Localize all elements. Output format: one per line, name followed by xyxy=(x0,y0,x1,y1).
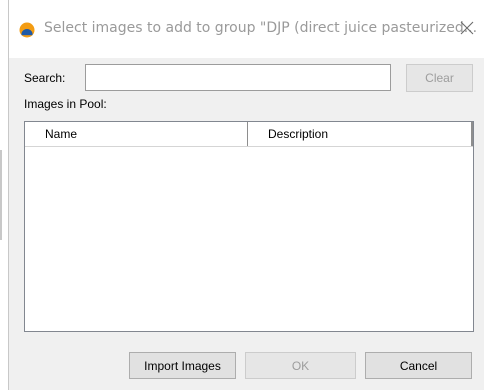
close-icon xyxy=(460,21,474,35)
column-header-description[interactable]: Description xyxy=(248,122,473,146)
table-body xyxy=(25,147,473,331)
background-window-edge xyxy=(0,150,2,240)
clear-button[interactable]: Clear xyxy=(406,64,473,92)
cancel-button[interactable]: Cancel xyxy=(365,352,472,379)
images-table[interactable]: Name Description xyxy=(24,121,474,332)
select-images-dialog: Select images to add to group "DJP (dire… xyxy=(8,0,484,390)
table-header: Name Description xyxy=(25,122,473,147)
search-label: Search: xyxy=(24,71,66,85)
images-in-pool-label: Images in Pool: xyxy=(24,97,107,111)
dialog-title: Select images to add to group "DJP (dire… xyxy=(44,20,478,36)
import-images-button[interactable]: Import Images xyxy=(129,352,236,379)
ok-button[interactable]: OK xyxy=(245,352,356,379)
column-header-name[interactable]: Name xyxy=(25,122,248,146)
app-logo-icon xyxy=(19,22,35,38)
title-bar: Select images to add to group "DJP (dire… xyxy=(9,0,484,58)
close-button[interactable] xyxy=(455,16,479,40)
search-input[interactable] xyxy=(85,64,391,91)
